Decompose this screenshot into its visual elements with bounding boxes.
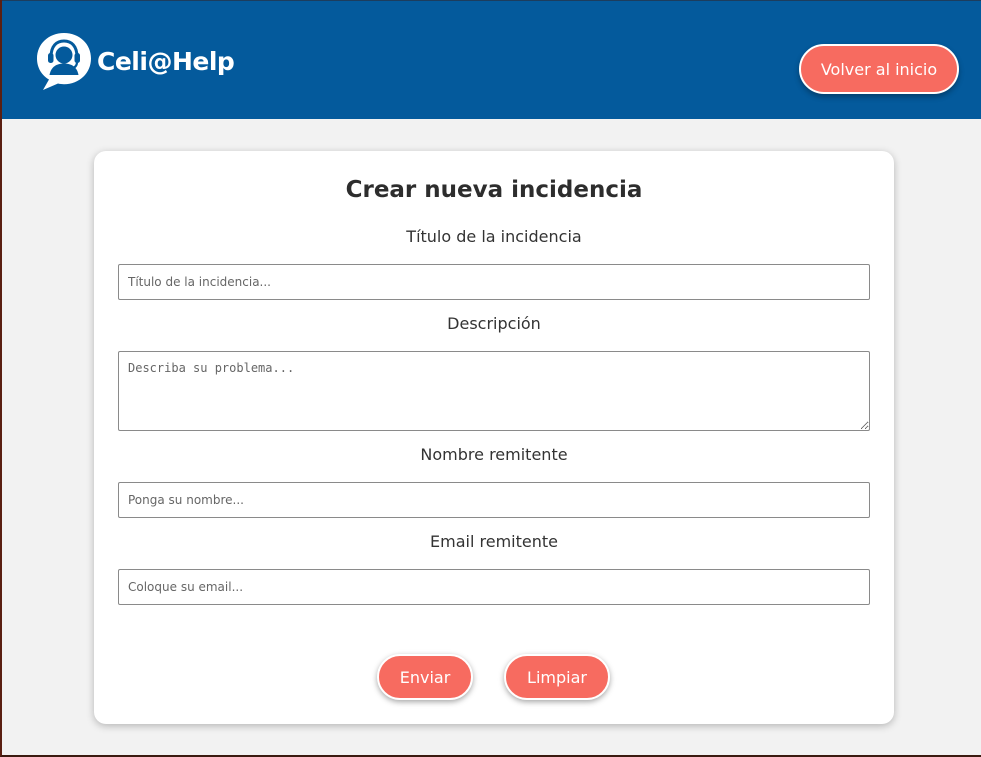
- sender-name-label: Nombre remitente: [420, 445, 568, 464]
- sender-email-label: Email remitente: [430, 532, 558, 551]
- form-title: Crear nueva incidencia: [345, 177, 643, 203]
- back-home-button[interactable]: Volver al inicio: [799, 44, 959, 94]
- headset-chat-icon: [37, 33, 91, 90]
- logo[interactable]: Celi@Help: [36, 31, 235, 93]
- title-label: Título de la incidencia: [406, 227, 582, 246]
- description-label: Descripción: [447, 314, 541, 333]
- sender-name-input[interactable]: [118, 482, 870, 518]
- title-input[interactable]: [118, 264, 870, 300]
- description-textarea[interactable]: [118, 351, 870, 431]
- reset-button[interactable]: Limpiar: [504, 654, 610, 700]
- logo-text: Celi@Help: [97, 46, 235, 76]
- sender-email-input[interactable]: [118, 569, 870, 605]
- top-header: Celi@Help Volver al inicio: [2, 0, 981, 119]
- page: Celi@Help Volver al inicio Crear nueva i…: [0, 0, 981, 757]
- submit-button[interactable]: Enviar: [377, 654, 473, 700]
- incident-form-card: Crear nueva incidencia Título de la inci…: [94, 151, 894, 724]
